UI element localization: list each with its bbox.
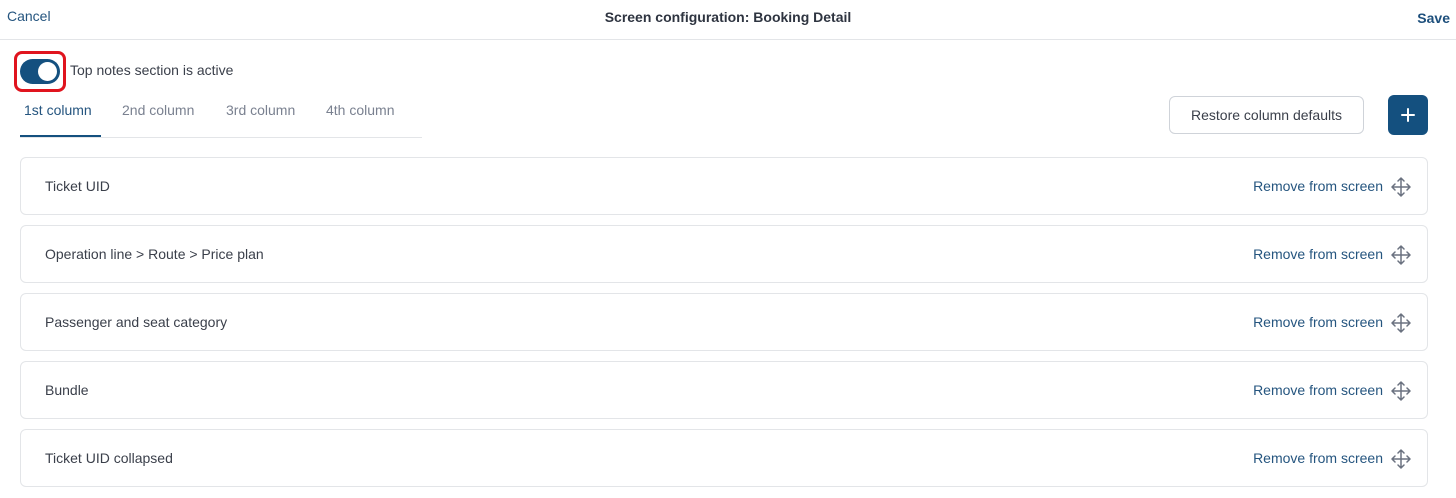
remove-from-screen-link[interactable]: Remove from screen — [1253, 314, 1383, 330]
restore-column-defaults-button[interactable]: Restore column defaults — [1169, 96, 1364, 134]
move-icon[interactable] — [1391, 449, 1411, 469]
remove-from-screen-link[interactable]: Remove from screen — [1253, 450, 1383, 466]
move-icon[interactable] — [1391, 177, 1411, 197]
remove-from-screen-link[interactable]: Remove from screen — [1253, 178, 1383, 194]
field-row-ticket-uid-collapsed: Ticket UID collapsed Remove from screen — [20, 429, 1428, 487]
field-label: Ticket UID collapsed — [45, 450, 173, 466]
field-row-operation-line: Operation line > Route > Price plan Remo… — [20, 225, 1428, 283]
field-label: Bundle — [45, 382, 89, 398]
field-label: Ticket UID — [45, 178, 110, 194]
tab-1st-column[interactable]: 1st column — [24, 102, 92, 118]
page-title: Screen configuration: Booking Detail — [604, 9, 852, 25]
move-icon[interactable] — [1391, 313, 1411, 333]
top-notes-toggle-label: Top notes section is active — [70, 62, 234, 78]
field-row-passenger-seat-category: Passenger and seat category Remove from … — [20, 293, 1428, 351]
field-label: Operation line > Route > Price plan — [45, 246, 264, 262]
field-label: Passenger and seat category — [45, 314, 228, 330]
active-tab-indicator — [20, 135, 101, 137]
tab-3rd-column[interactable]: 3rd column — [226, 102, 295, 118]
top-notes-toggle[interactable] — [20, 59, 60, 84]
field-row-ticket-uid: Ticket UID Remove from screen — [20, 157, 1428, 215]
tab-2nd-column[interactable]: 2nd column — [122, 102, 194, 118]
tab-4th-column[interactable]: 4th column — [326, 102, 394, 118]
save-button[interactable]: Save — [1417, 10, 1450, 26]
column-tabs: 1st column 2nd column 3rd column 4th col… — [20, 92, 422, 138]
field-row-bundle: Bundle Remove from screen — [20, 361, 1428, 419]
move-icon[interactable] — [1391, 245, 1411, 265]
remove-from-screen-link[interactable]: Remove from screen — [1253, 246, 1383, 262]
move-icon[interactable] — [1391, 381, 1411, 401]
header-bar: Cancel Screen configuration: Booking Det… — [0, 0, 1456, 40]
toggle-knob — [38, 62, 57, 81]
remove-from-screen-link[interactable]: Remove from screen — [1253, 382, 1383, 398]
plus-icon — [1401, 108, 1415, 122]
add-field-button[interactable] — [1388, 95, 1428, 135]
